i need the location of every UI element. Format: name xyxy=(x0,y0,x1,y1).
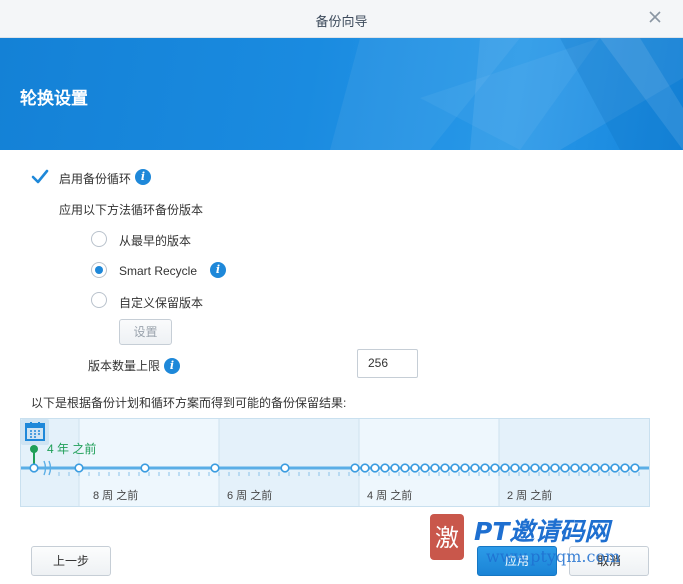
week-label-6: 6 周 之前 xyxy=(227,488,272,502)
watermark-title: PT邀请码网 xyxy=(474,517,613,546)
option-oldest-version-label: 从最早的版本 xyxy=(119,234,192,248)
watermark-url: www.ptyqm.com xyxy=(486,547,620,566)
info-icon[interactable]: i xyxy=(164,358,180,374)
retained-version-dot xyxy=(470,463,480,473)
radio-smart-recycle[interactable] xyxy=(91,262,107,278)
retained-version-dot xyxy=(490,463,500,473)
retained-version-dot xyxy=(560,463,570,473)
back-button[interactable]: 上一步 xyxy=(31,546,111,576)
close-icon[interactable] xyxy=(647,9,663,25)
retained-version-dot xyxy=(540,463,550,473)
method-label: 应用以下方法循环备份版本 xyxy=(59,203,204,217)
retained-version-dot xyxy=(620,463,630,473)
enable-rotation-label: 启用备份循环 xyxy=(59,172,132,186)
retained-version-dot xyxy=(500,463,510,473)
retained-version-dot xyxy=(440,463,450,473)
calendar-icon[interactable] xyxy=(21,419,49,445)
svg-text:激: 激 xyxy=(435,524,459,552)
retained-version-dot xyxy=(530,463,540,473)
site-watermark: 激 PT邀请码网 www.ptyqm.com xyxy=(430,514,620,566)
radio-oldest-version[interactable] xyxy=(91,231,107,247)
enable-rotation-checkbox[interactable] xyxy=(31,168,49,186)
window-title: 备份向导 xyxy=(315,14,368,29)
retained-version-dot xyxy=(360,463,370,473)
timeline-caption: 以下是根据备份计划和循环方案而得到可能的备份保留结果: xyxy=(31,396,347,410)
info-icon[interactable]: i xyxy=(135,169,151,185)
retained-version-dot xyxy=(600,463,610,473)
retained-version-dot xyxy=(210,463,220,473)
retained-version-dot xyxy=(74,463,84,473)
start-label: 4 年 之前 xyxy=(47,441,96,456)
retained-version-dot xyxy=(280,463,290,473)
retained-version-dot xyxy=(390,463,400,473)
retained-version-dot xyxy=(29,463,39,473)
week-label-4: 4 周 之前 xyxy=(367,488,412,502)
retained-version-dot xyxy=(460,463,470,473)
retained-version-dot xyxy=(520,463,530,473)
retained-version-dot xyxy=(410,463,420,473)
start-marker-dot xyxy=(30,445,38,453)
retained-version-dot xyxy=(480,463,490,473)
radio-custom-retention[interactable] xyxy=(91,292,107,308)
header-banner: 轮换设置 xyxy=(0,38,683,150)
retained-version-dot xyxy=(420,463,430,473)
timeline-graphic: 4 年 之前 8 周 之前 6 周 之前 4 周 之前 2 周 之前 xyxy=(21,419,649,506)
retained-version-dot xyxy=(430,463,440,473)
retained-version-dot xyxy=(510,463,520,473)
retained-version-dot xyxy=(380,463,390,473)
retained-version-dot xyxy=(630,463,640,473)
banner-decoration xyxy=(330,38,683,150)
option-custom-retention-label: 自定义保留版本 xyxy=(119,296,204,310)
retained-version-dot xyxy=(400,463,410,473)
retention-timeline: 4 年 之前 8 周 之前 6 周 之前 4 周 之前 2 周 之前 xyxy=(20,418,650,507)
settings-button[interactable]: 设置 xyxy=(119,319,172,345)
retained-version-dot xyxy=(580,463,590,473)
title-bar: 备份向导 xyxy=(0,0,683,38)
retained-version-dot xyxy=(350,463,360,473)
max-versions-input[interactable]: 256 xyxy=(357,349,418,378)
option-smart-recycle-label: Smart Recycle xyxy=(119,264,198,278)
page-heading: 轮换设置 xyxy=(20,89,88,108)
retained-version-dot xyxy=(450,463,460,473)
retained-version-dot xyxy=(140,463,150,473)
week-label-2: 2 周 之前 xyxy=(507,488,552,502)
max-versions-label: 版本数量上限 xyxy=(88,359,161,373)
retained-version-dot xyxy=(590,463,600,473)
retained-version-dot xyxy=(550,463,560,473)
week-label-8: 8 周 之前 xyxy=(93,488,138,502)
retained-version-dot xyxy=(570,463,580,473)
retained-version-dot xyxy=(370,463,380,473)
info-icon[interactable]: i xyxy=(210,262,226,278)
retained-version-dot xyxy=(610,463,620,473)
